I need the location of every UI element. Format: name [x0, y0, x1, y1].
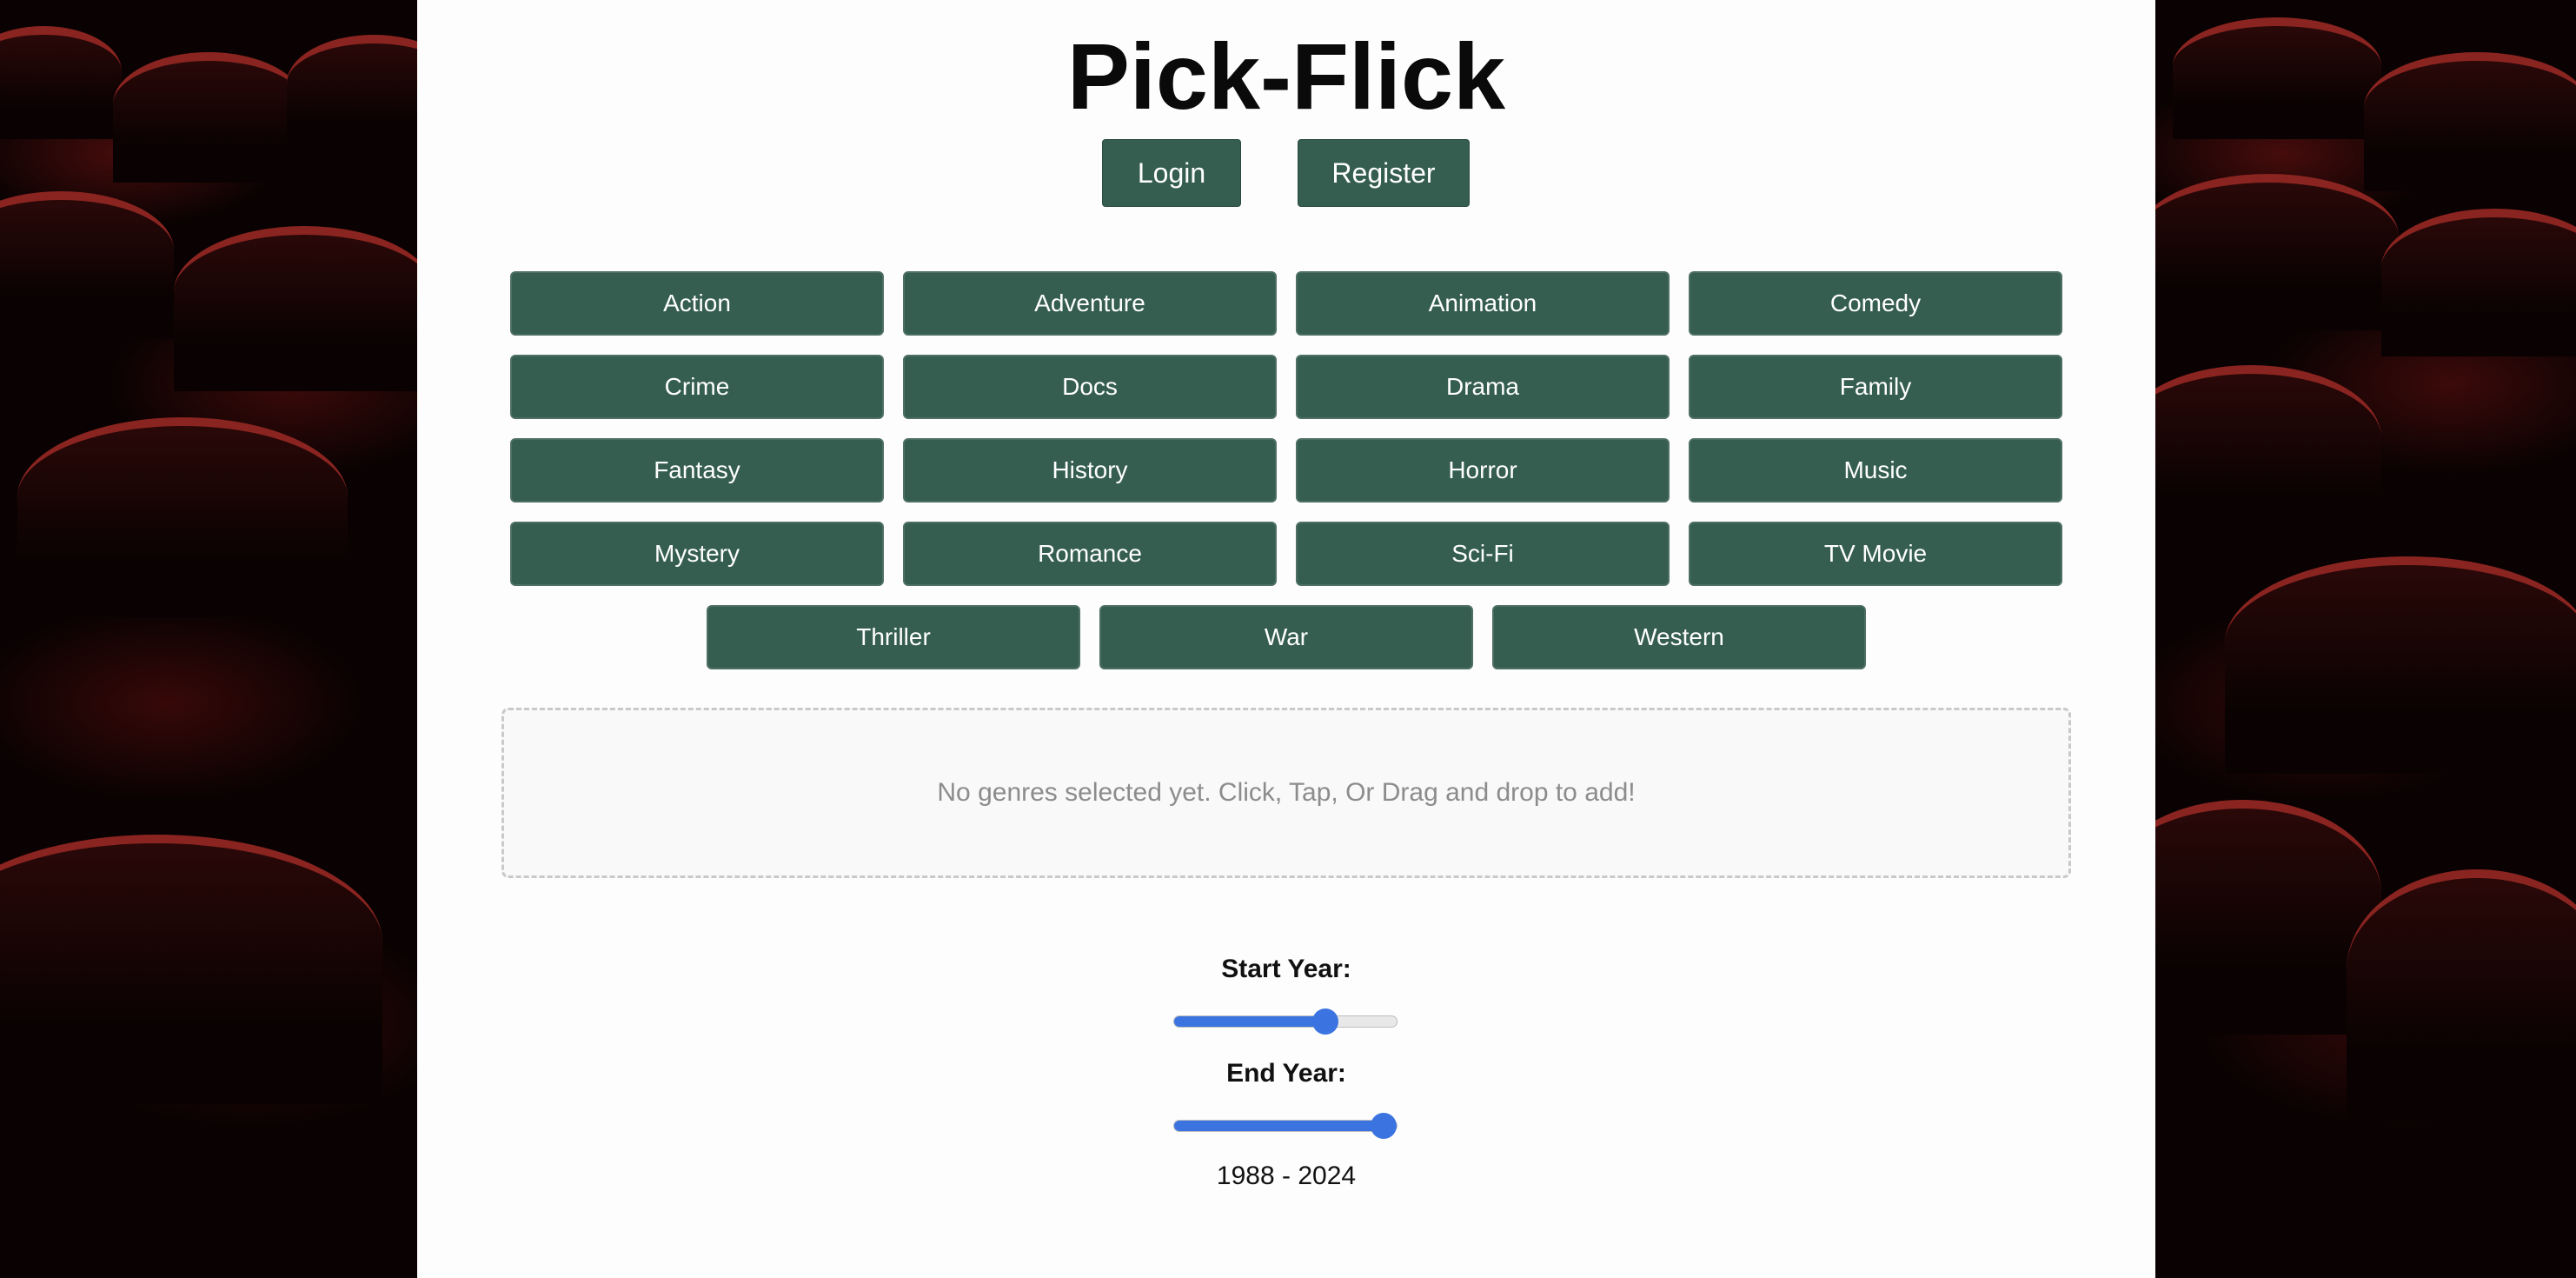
register-button[interactable]: Register: [1298, 139, 1470, 207]
main-panel: Pick-Flick Login Register Action Adventur…: [417, 0, 2155, 1278]
theater-seat: [174, 226, 417, 391]
theater-seat: [0, 26, 122, 139]
genre-button-adventure[interactable]: Adventure: [903, 271, 1277, 336]
genre-button-horror[interactable]: Horror: [1296, 438, 1670, 503]
genre-button-western[interactable]: Western: [1492, 605, 1866, 669]
genre-button-drama[interactable]: Drama: [1296, 355, 1670, 419]
genre-button-action[interactable]: Action: [510, 271, 884, 336]
theater-seat: [2155, 174, 2399, 330]
theater-seat: [2173, 17, 2381, 139]
genre-button-history[interactable]: History: [903, 438, 1277, 503]
login-button[interactable]: Login: [1102, 139, 1241, 207]
genre-button-animation[interactable]: Animation: [1296, 271, 1670, 336]
theater-seat: [2155, 365, 2381, 548]
end-year-slider-fill: [1174, 1121, 1384, 1131]
theater-seat: [17, 417, 348, 617]
selected-genres-dropzone[interactable]: No genres selected yet. Click, Tap, Or D…: [501, 708, 2071, 878]
theater-seat: [2364, 52, 2576, 191]
year-range-display: 1988 - 2024: [1216, 1162, 1357, 1190]
theater-seat: [113, 52, 304, 183]
theater-seat: [2381, 209, 2576, 356]
genre-button-sci-fi[interactable]: Sci-Fi: [1296, 522, 1670, 586]
theater-seat: [0, 191, 174, 339]
start-year-slider-fill: [1174, 1016, 1326, 1027]
start-year-slider-thumb[interactable]: [1312, 1008, 1339, 1035]
start-year-slider[interactable]: [1173, 1008, 1398, 1035]
genre-button-fantasy[interactable]: Fantasy: [510, 438, 884, 503]
theater-seat: [2347, 869, 2576, 1122]
genre-button-crime[interactable]: Crime: [510, 355, 884, 419]
genre-button-family[interactable]: Family: [1689, 355, 2062, 419]
theater-seat: [0, 835, 382, 1104]
genre-button-music[interactable]: Music: [1689, 438, 2062, 503]
end-year-slider-thumb[interactable]: [1370, 1113, 1397, 1139]
theater-seat: [287, 35, 417, 156]
genre-button-comedy[interactable]: Comedy: [1689, 271, 2062, 336]
theater-background-right: [2155, 0, 2576, 1278]
dropzone-placeholder: No genres selected yet. Click, Tap, Or D…: [937, 778, 1636, 807]
genre-button-docs[interactable]: Docs: [903, 355, 1277, 419]
genre-button-romance[interactable]: Romance: [903, 522, 1277, 586]
end-year-slider[interactable]: [1173, 1113, 1398, 1139]
theater-background-left: [0, 0, 417, 1278]
genre-button-tv-movie[interactable]: TV Movie: [1689, 522, 2062, 586]
end-year-label: End Year:: [1226, 1059, 1346, 1088]
theater-seat: [2225, 556, 2576, 774]
genre-button-thriller[interactable]: Thriller: [707, 605, 1080, 669]
genre-button-war[interactable]: War: [1099, 605, 1473, 669]
start-year-label: Start Year:: [1221, 955, 1351, 983]
genre-button-mystery[interactable]: Mystery: [510, 522, 884, 586]
page-title: Pick-Flick: [1066, 23, 1506, 129]
